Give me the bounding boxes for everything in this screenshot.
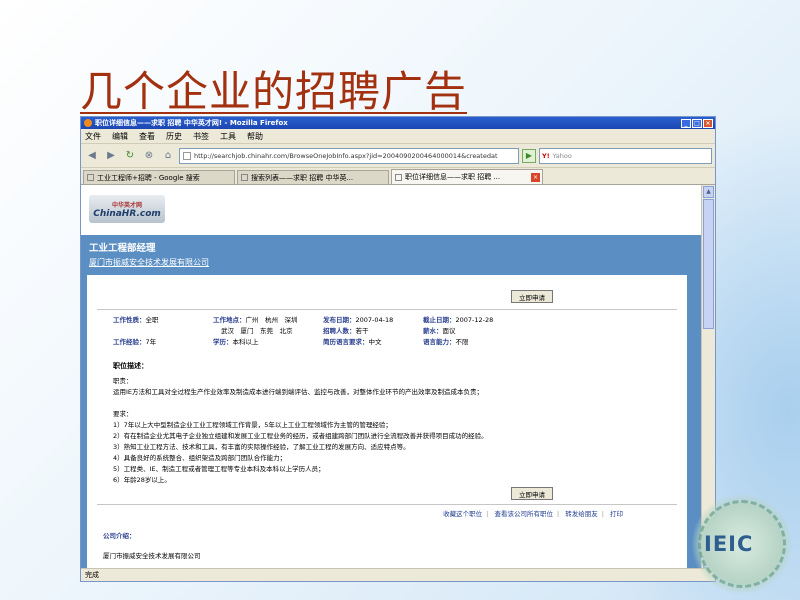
requirement-item: 4）具备良好的系统整合、组织架造及跨部门团队合作能力；	[113, 454, 287, 462]
company-link[interactable]: 厦门市振威安全技术发展有限公司	[89, 257, 695, 268]
close-tab-icon[interactable]: ×	[531, 172, 540, 182]
site-header: 中华英才网 ChinaHR.com	[81, 185, 703, 235]
window-title: 职位详细信息——求职 招聘 中华英才网! - Mozilla Firefox	[95, 119, 288, 127]
requirement-item: 1）7年以上大中型制造企业工业工程领域工作背景，5年以上工业工程领域作为主管的管…	[113, 421, 392, 429]
job-title: 工业工程部经理	[89, 243, 156, 254]
search-engine-icon[interactable]: Y!	[542, 152, 550, 160]
divider	[97, 504, 677, 505]
apply-button-bottom[interactable]: 立即申请	[511, 487, 553, 500]
url-text: http://searchjob.chinahr.com/BrowseOneJo…	[194, 151, 498, 160]
tab-label: 工业工程师+招聘 - Google 搜索	[97, 173, 200, 182]
apply-button-top[interactable]: 立即申请	[511, 290, 553, 303]
menu-bookmarks[interactable]: 书签	[193, 131, 209, 142]
print-link[interactable]: 打印	[610, 510, 623, 518]
requirement-item: 3）熟知工业工程方法、技术和工具，有丰富的实际操作经验，了解工业工程的发展方向、…	[113, 443, 410, 451]
scroll-up-icon[interactable]: ▲	[703, 186, 714, 198]
requirement-item: 5）工程类、IE、制造工程或者管理工程等专业本科及本科以上学历人员；	[113, 465, 325, 473]
window-controls: _ □ ×	[681, 118, 715, 128]
minimize-icon[interactable]: _	[681, 118, 691, 128]
job-description: 职位描述： 职责： 运用IE方法和工具对全过程生产作业效率及制造成本进行端到端评…	[113, 361, 553, 486]
go-button[interactable]: ▶	[522, 148, 536, 163]
menu-history[interactable]: 历史	[166, 131, 182, 142]
tab-page-icon	[395, 173, 402, 181]
divider	[97, 309, 677, 310]
navigation-toolbar: ◀ ▶ ↻ ⊗ ⌂ http://searchjob.chinahr.com/B…	[81, 144, 715, 168]
browser-window: 职位详细信息——求职 招聘 中华英才网! - Mozilla Firefox _…	[80, 116, 716, 582]
tab-page-icon	[241, 174, 248, 181]
requirement-item: 2）有在制造企业尤其电子企业独立组建和发展工业工程业务的经历，或者组建跨部门团队…	[113, 432, 488, 440]
company-name: 厦门市振威安全技术发展有限公司	[103, 552, 201, 560]
tab-page-icon	[87, 174, 94, 181]
close-icon[interactable]: ×	[703, 118, 713, 128]
tab-job-detail[interactable]: 职位详细信息——求职 招聘 ... ×	[391, 169, 543, 184]
slide-title: 几个企业的招聘广告	[80, 67, 468, 116]
page-icon	[183, 151, 191, 160]
duty-label: 职责：	[113, 377, 133, 385]
menu-help[interactable]: 帮助	[247, 131, 263, 142]
search-placeholder: Yahoo	[552, 151, 572, 160]
requirement-item: 6）年龄28岁以上。	[113, 476, 171, 484]
maximize-icon[interactable]: □	[692, 118, 702, 128]
stop-icon[interactable]: ⊗	[141, 148, 157, 164]
menubar: 文件 编辑 查看 历史 书签 工具 帮助	[81, 129, 715, 144]
job-header: 工业工程部经理 厦门市振威安全技术发展有限公司	[81, 235, 703, 269]
search-bar[interactable]: Y! Yahoo	[539, 147, 712, 164]
status-text: 完成	[85, 571, 99, 579]
desc-title: 职位描述：	[113, 362, 148, 370]
home-icon[interactable]: ⌂	[160, 148, 176, 164]
url-bar[interactable]: http://searchjob.chinahr.com/BrowseOneJo…	[179, 147, 519, 164]
tab-label: 职位详细信息——求职 招聘 ...	[405, 173, 501, 181]
duty-text: 运用IE方法和工具对全过程生产作业效率及制造成本进行端到端评估、监控与改善，对整…	[113, 388, 484, 396]
badge-text: IEIC	[704, 532, 754, 556]
tab-label: 搜索列表——求职 招聘 中华英...	[251, 173, 354, 182]
status-bar: 完成	[81, 568, 715, 581]
scroll-thumb[interactable]	[703, 199, 714, 329]
chinahr-logo[interactable]: 中华英才网 ChinaHR.com	[89, 195, 165, 223]
page-viewport: 中华英才网 ChinaHR.com 工业工程部经理 厦门市振威安全技术发展有限公…	[81, 185, 703, 569]
window-titlebar[interactable]: 职位详细信息——求职 招聘 中华英才网! - Mozilla Firefox _…	[81, 117, 715, 129]
forward-to-friend-link[interactable]: 转发给朋友	[565, 510, 598, 518]
job-actions: 收藏这个职位 | 查看该公司所有职位 | 转发给朋友 | 打印	[443, 510, 623, 518]
menu-view[interactable]: 查看	[139, 131, 155, 142]
reload-icon[interactable]: ↻	[122, 148, 138, 164]
menu-tools[interactable]: 工具	[220, 131, 236, 142]
company-intro: 公司介绍： 厦门市振威安全技术发展有限公司	[103, 530, 201, 562]
req-label: 要求：	[113, 410, 133, 418]
job-detail-card: 立即申请 工作性质：全职 工作地点：广州 杭州 深圳 发布日期：2007-04-…	[87, 275, 687, 569]
tab-search-list[interactable]: 搜索列表——求职 招聘 中华英...	[237, 170, 389, 184]
ieic-badge: IEIC	[692, 494, 792, 594]
forward-icon[interactable]: ▶	[103, 148, 119, 164]
save-job-link[interactable]: 收藏这个职位	[443, 510, 482, 518]
company-intro-title: 公司介绍：	[103, 532, 136, 540]
all-company-jobs-link[interactable]: 查看该公司所有职位	[494, 510, 553, 518]
tab-bar: 工业工程师+招聘 - Google 搜索 搜索列表——求职 招聘 中华英... …	[81, 168, 715, 185]
firefox-icon	[84, 119, 92, 127]
job-meta: 工作性质：全职 工作地点：广州 杭州 深圳 发布日期：2007-04-18 截止…	[113, 316, 494, 346]
tab-google-search[interactable]: 工业工程师+招聘 - Google 搜索	[83, 170, 235, 184]
menu-edit[interactable]: 编辑	[112, 131, 128, 142]
menu-file[interactable]: 文件	[85, 131, 101, 142]
back-icon[interactable]: ◀	[84, 148, 100, 164]
